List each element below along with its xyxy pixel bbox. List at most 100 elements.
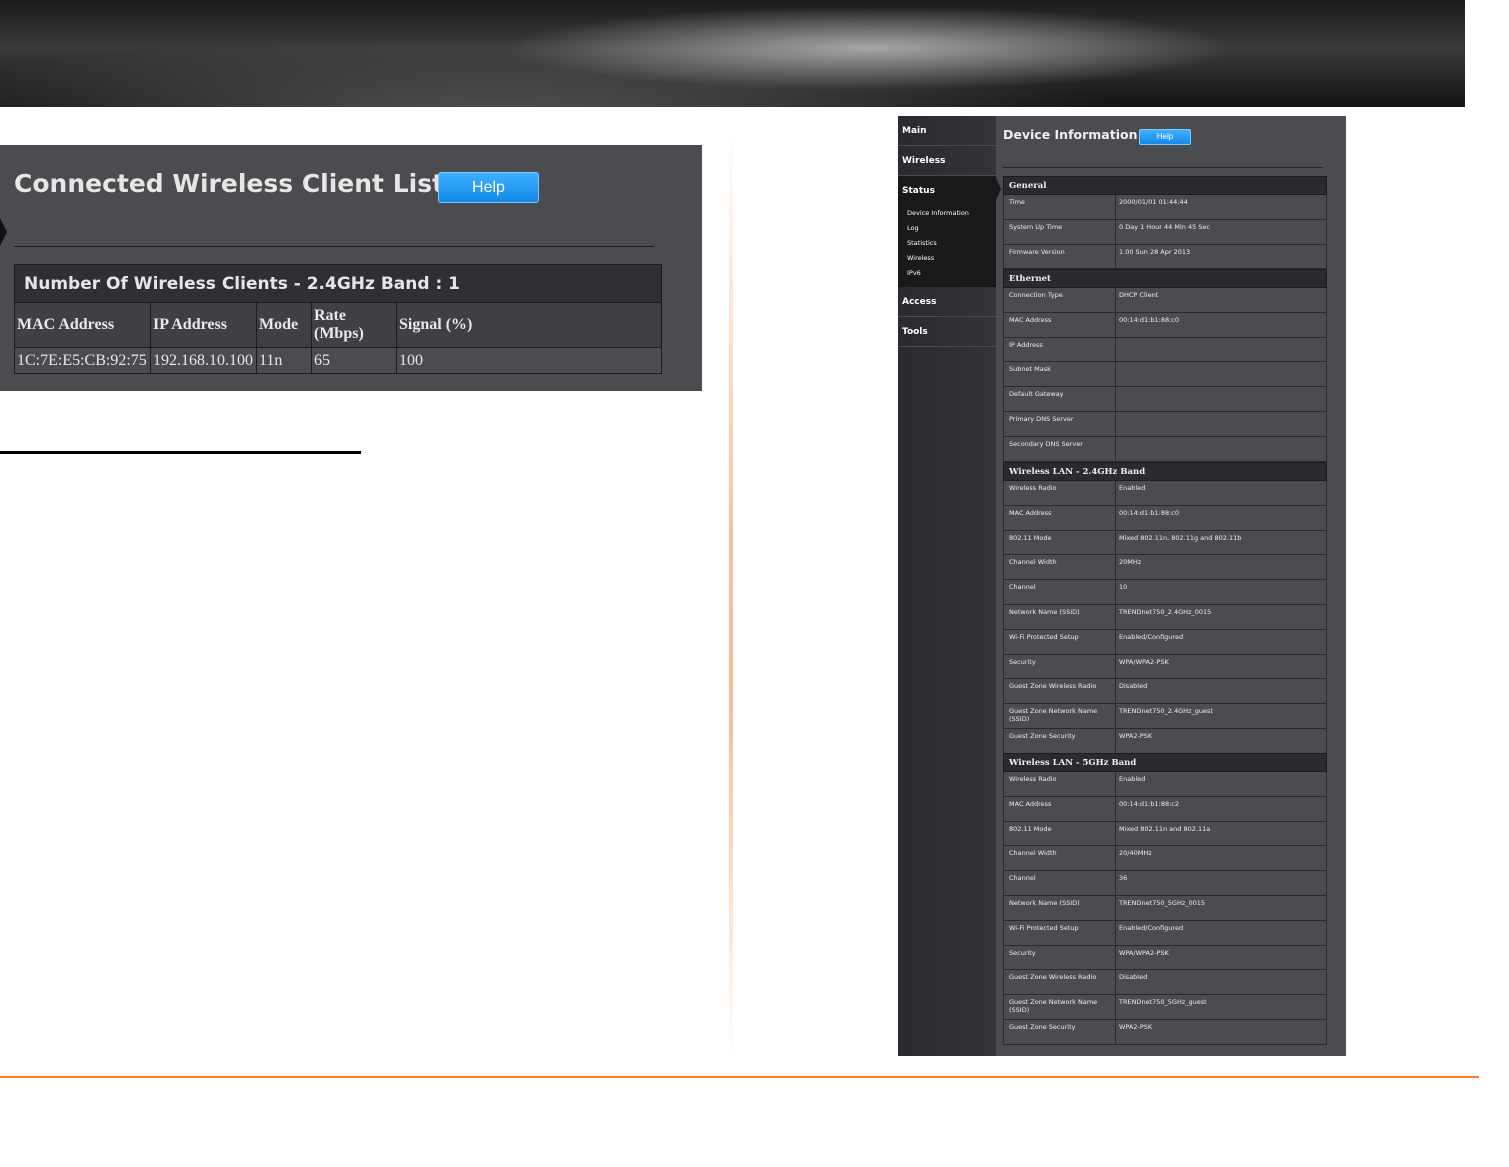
table-row: Guest Zone Security WPA2-PSK <box>1003 728 1327 754</box>
row-value: 20/40MHz <box>1119 849 1152 858</box>
row-value: WPA2-PSK <box>1119 1022 1153 1031</box>
row-value: 00:14:d1:b1:88:c0 <box>1119 508 1179 517</box>
section-heading: General <box>1003 176 1327 195</box>
row-label: System Up Time <box>1004 219 1116 244</box>
table-row: Time 2000/01/01 01:44:44 <box>1003 195 1327 220</box>
nav-item-status[interactable]: Status <box>898 176 996 206</box>
vertical-divider <box>729 130 733 1060</box>
table-row: Network Name (SSID) TRENDnet750_5GHz_0015 <box>1003 895 1327 921</box>
row-label: Channel <box>1004 580 1116 604</box>
cell-rate: 65 <box>311 347 397 374</box>
cell-mode: 11n <box>256 347 312 374</box>
client-list-help-button[interactable]: Help <box>438 172 539 203</box>
subnav-item-device-information[interactable]: Device Information <box>907 206 969 221</box>
row-label: Guest Zone Wireless Radio <box>1004 679 1116 704</box>
table-row: MAC Address 00:14:d1:b1:88:c0 <box>1003 312 1327 338</box>
device-info-help-button[interactable]: Help <box>1139 129 1191 145</box>
column-header-ip: IP Address <box>150 302 257 348</box>
nav-item-tools[interactable]: Tools <box>898 317 996 347</box>
row-value: WPA2-PSK <box>1119 731 1153 740</box>
row-label: 802.11 Mode <box>1004 821 1116 846</box>
row-value: 36 <box>1119 874 1128 883</box>
table-row: 1C:7E:E5:CB:92:75 192.168.10.100 11n 65 … <box>14 347 662 374</box>
row-label: Wi-Fi Protected Setup <box>1004 920 1116 945</box>
column-header-mode: Mode <box>256 302 312 348</box>
subnav-item-statistics[interactable]: Statistics <box>907 236 937 251</box>
row-label: Security <box>1004 654 1116 679</box>
table-row: System Up Time 0 Day 1 Hour 44 Min 45 Sec <box>1003 219 1327 245</box>
table-row: IP Address <box>1003 337 1327 363</box>
table-row: Wi-Fi Protected Setup Enabled/Configured <box>1003 629 1327 655</box>
nav-item-main[interactable]: Main <box>898 116 996 146</box>
header-banner <box>0 0 1465 107</box>
section-rule <box>0 451 361 454</box>
row-label: Channel Width <box>1004 555 1116 580</box>
section-general: General Time 2000/01/01 01:44:44 System U… <box>1003 176 1327 270</box>
column-header-mac: MAC Address <box>14 302 151 348</box>
section-heading: Wireless LAN - 5GHz Band <box>1003 753 1327 772</box>
row-value: Mixed 802.11n and 802.11a <box>1119 824 1211 833</box>
table-row: Security WPA/WPA2-PSK <box>1003 654 1327 680</box>
subnav-item-log[interactable]: Log <box>907 221 919 236</box>
row-label: MAC Address <box>1004 796 1116 821</box>
row-label: Time <box>1004 195 1116 219</box>
row-value <box>1116 387 1326 411</box>
table-row: MAC Address 00:14:d1:b1:88:c0 <box>1003 505 1327 531</box>
table-row: Channel 36 <box>1003 871 1327 896</box>
row-value: 0 Day 1 Hour 44 Min 45 Sec <box>1119 222 1210 231</box>
table-row: Channel Width 20/40MHz <box>1003 846 1327 872</box>
table-row: Guest Zone Wireless Radio Disabled <box>1003 970 1327 996</box>
row-value: 00:14:d1:b1:88:c2 <box>1119 799 1179 808</box>
row-value: Enabled/Configured <box>1119 923 1184 932</box>
row-label: MAC Address <box>1004 505 1116 530</box>
section-heading: Ethernet <box>1003 269 1327 288</box>
row-label: Wi-Fi Protected Setup <box>1004 629 1116 654</box>
table-row: 802.11 Mode Mixed 802.11n and 802.11a <box>1003 821 1327 847</box>
table-row: Wi-Fi Protected Setup Enabled/Configured <box>1003 920 1327 946</box>
table-row: 802.11 Mode Mixed 802.11n, 802.11g and 80… <box>1003 530 1327 556</box>
panel-pointer-arrow <box>0 218 7 246</box>
table-row: Connection Type DHCP Client <box>1003 288 1327 313</box>
row-label: Channel Width <box>1004 846 1116 871</box>
row-label: MAC Address <box>1004 312 1116 337</box>
row-label: Guest Zone Wireless Radio <box>1004 970 1116 995</box>
row-label: Guest Zone Security <box>1004 728 1116 753</box>
table-row: MAC Address 00:14:d1:b1:88:c2 <box>1003 796 1327 822</box>
row-value: WPA/WPA2-PSK <box>1119 948 1169 957</box>
nav-item-access[interactable]: Access <box>898 287 996 317</box>
cell-signal: 100 <box>396 347 662 374</box>
row-value: Disabled <box>1119 682 1148 691</box>
row-label: Secondary DNS Server <box>1004 436 1116 461</box>
cell-ip: 192.168.10.100 <box>150 347 257 374</box>
row-value: 2000/01/01 01:44:44 <box>1119 198 1188 206</box>
client-list-title: Connected Wireless Client List <box>14 169 445 198</box>
row-value: TRENDnet750_2.4GHz_0015 <box>1119 607 1212 616</box>
table-row: Wireless Radio Enabled <box>1003 481 1327 506</box>
row-value: Enabled/Configured <box>1119 632 1184 641</box>
footer-rule <box>0 1076 1479 1078</box>
row-value: Disabled <box>1119 973 1148 982</box>
nav-item-wireless[interactable]: Wireless <box>898 146 996 176</box>
row-label: Connection Type <box>1004 288 1116 312</box>
table-row: Security WPA/WPA2-PSK <box>1003 945 1327 971</box>
table-row: Guest Zone Wireless Radio Disabled <box>1003 679 1327 705</box>
column-header-signal: Signal (%) <box>396 302 662 348</box>
table-row: Secondary DNS Server <box>1003 436 1327 462</box>
row-label: 802.11 Mode <box>1004 530 1116 555</box>
band-header: Number Of Wireless Clients - 2.4GHz Band… <box>14 264 662 303</box>
subnav-item-ipv6[interactable]: IPv6 <box>907 266 921 281</box>
table-row: Guest Zone Security WPA2-PSK <box>1003 1019 1327 1045</box>
row-value: 00:14:d1:b1:88:c0 <box>1119 315 1179 324</box>
row-value: Mixed 802.11n, 802.11g and 802.11b <box>1119 533 1242 542</box>
subnav-item-wireless[interactable]: Wireless <box>907 251 934 266</box>
row-label: Security <box>1004 945 1116 970</box>
row-label: Default Gateway <box>1004 387 1116 411</box>
row-value <box>1116 437 1326 461</box>
row-label: Primary DNS Server <box>1004 411 1116 436</box>
section-heading: Wireless LAN - 2.4GHz Band <box>1003 462 1327 481</box>
table-row: Default Gateway <box>1003 387 1327 412</box>
row-value: Enabled <box>1119 484 1146 492</box>
row-value <box>1116 338 1326 362</box>
row-label: Guest Zone Security <box>1004 1019 1116 1044</box>
row-label: Channel <box>1004 871 1116 895</box>
